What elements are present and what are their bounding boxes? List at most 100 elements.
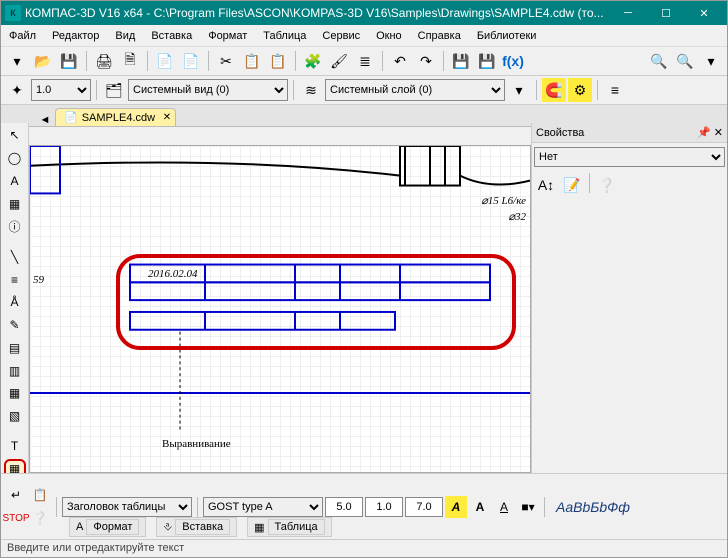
properties-panel: Свойства 📌 ✕ Нет A↕ 📝 ❔ bbox=[531, 123, 727, 473]
print-preview-icon[interactable]: 🗎 bbox=[118, 49, 142, 73]
doc-icon: 📄 bbox=[64, 111, 78, 124]
pb-copy-icon[interactable]: 📋 bbox=[29, 484, 51, 506]
toolbar-main: ▾ 📂 💾 🖨 🗎 📄 📄 ✂ 📋 📋 🧩 🖌 ≣ ↶ ↷ 💾 💾 f(x) 🔍… bbox=[1, 47, 727, 76]
line-step-input[interactable] bbox=[365, 497, 403, 517]
menu-file[interactable]: Файл bbox=[5, 28, 40, 44]
new-icon[interactable]: ▾ bbox=[5, 49, 29, 73]
rp-sort-icon[interactable]: A↕ bbox=[534, 173, 558, 197]
doc2-icon[interactable]: 📄 bbox=[179, 49, 203, 73]
color-icon[interactable]: ■▾ bbox=[517, 496, 539, 518]
menu-view[interactable]: Вид bbox=[111, 28, 139, 44]
width-input[interactable] bbox=[405, 497, 443, 517]
bold-icon[interactable]: A bbox=[469, 496, 491, 518]
rp-help-icon[interactable]: ❔ bbox=[595, 173, 619, 197]
pb-help-icon[interactable]: ❔ bbox=[29, 507, 51, 529]
maximize-button[interactable]: ☐ bbox=[647, 2, 685, 24]
layer-select[interactable]: Системный слой (0) bbox=[325, 79, 505, 101]
edit-icon[interactable]: ✎ bbox=[4, 315, 26, 336]
zoom-in-icon[interactable]: 🔍 bbox=[647, 49, 671, 73]
view-select[interactable]: Системный вид (0) bbox=[128, 79, 288, 101]
prop-icon[interactable]: 🧩 bbox=[301, 49, 325, 73]
panel-close-icon[interactable]: ✕ bbox=[714, 127, 723, 139]
zoom-fit-icon[interactable]: ▾ bbox=[699, 49, 723, 73]
cut-icon[interactable]: ✂ bbox=[214, 49, 238, 73]
status-text: Введите или отредактируйте текст bbox=[7, 542, 184, 554]
panel-pin-icon[interactable]: 📌 bbox=[697, 127, 711, 139]
brush-icon[interactable]: 🖌 bbox=[327, 49, 351, 73]
layer-down-icon[interactable]: ▾ bbox=[507, 78, 531, 102]
filter-select[interactable]: Нет bbox=[534, 147, 725, 167]
text-tool-icon[interactable]: T bbox=[4, 436, 26, 457]
tab-scroll-left-icon[interactable]: ◄ bbox=[35, 114, 55, 126]
pb-stop-icon[interactable]: STOP bbox=[5, 507, 27, 529]
dim-icon[interactable]: A bbox=[4, 171, 26, 192]
print-icon[interactable]: 🖨 bbox=[92, 49, 116, 73]
menu-help[interactable]: Справка bbox=[414, 28, 465, 44]
section-select[interactable]: Заголовок таблицы bbox=[62, 497, 192, 517]
canvas-area[interactable]: 59 2016.02.04 Выравнивание ⌀15 L6/ке ⌀32 bbox=[29, 145, 531, 473]
line-tool-icon[interactable]: ╲ bbox=[4, 246, 26, 267]
window-title: КОМПАС-3D V16 x64 - C:\Program Files\ASC… bbox=[25, 6, 609, 20]
geom-icon[interactable]: ◯ bbox=[4, 148, 26, 169]
panel-title: Свойства bbox=[536, 127, 584, 139]
save-icon[interactable]: 💾 bbox=[57, 49, 81, 73]
undo-icon[interactable]: ↶ bbox=[388, 49, 412, 73]
compass-icon[interactable]: Å bbox=[4, 292, 26, 313]
rp-edit-icon[interactable]: 📝 bbox=[560, 173, 584, 197]
tab-format[interactable]: A Формат bbox=[69, 517, 146, 537]
disk2-icon[interactable]: 💾 bbox=[475, 49, 499, 73]
underline-icon[interactable]: A bbox=[493, 496, 515, 518]
hatch-icon[interactable]: ▦ bbox=[4, 193, 26, 214]
sheet-icon[interactable]: ▤ bbox=[4, 337, 26, 358]
cursor-icon[interactable]: ↖ bbox=[4, 125, 26, 146]
menu-service[interactable]: Сервис bbox=[318, 28, 364, 44]
spec2-icon[interactable]: ▦ bbox=[4, 383, 26, 404]
panel-toolbar: A↕ 📝 ❔ bbox=[532, 171, 727, 199]
close-button[interactable]: ✕ bbox=[685, 2, 723, 24]
measure-icon[interactable]: ≡ bbox=[603, 78, 627, 102]
pb-apply-icon[interactable]: ↵ bbox=[5, 484, 27, 506]
italic-icon[interactable]: A bbox=[445, 496, 467, 518]
copy-icon[interactable]: 📋 bbox=[240, 49, 264, 73]
fx-icon[interactable]: f(x) bbox=[501, 49, 525, 73]
state-icon[interactable]: ✦ bbox=[5, 78, 29, 102]
tab-table[interactable]: ▦ Таблица bbox=[247, 517, 332, 537]
list-icon[interactable]: ≣ bbox=[353, 49, 377, 73]
property-tabs: A Формат ⎀ Вставка ▦ Таблица bbox=[69, 517, 332, 537]
para-tool-icon[interactable]: ≡ bbox=[4, 269, 26, 290]
menu-format[interactable]: Формат bbox=[204, 28, 251, 44]
layers-icon[interactable]: ≋ bbox=[299, 78, 323, 102]
open-icon[interactable]: 📂 bbox=[31, 49, 55, 73]
doc1-icon[interactable]: 📄 bbox=[153, 49, 177, 73]
zoom-out-icon[interactable]: 🔍 bbox=[673, 49, 697, 73]
toolbar-view: ✦ 1.0 🗂 Системный вид (0) ≋ Системный сл… bbox=[1, 76, 727, 105]
tab-close-icon[interactable]: ✕ bbox=[163, 112, 171, 123]
paste-icon[interactable]: 📋 bbox=[266, 49, 290, 73]
disk1-icon[interactable]: 💾 bbox=[449, 49, 473, 73]
menu-libs[interactable]: Библиотеки bbox=[473, 28, 541, 44]
menu-window[interactable]: Окно bbox=[372, 28, 406, 44]
spec3-icon[interactable]: ▧ bbox=[4, 406, 26, 427]
dim-left: 59 bbox=[33, 274, 44, 286]
menu-table[interactable]: Таблица bbox=[259, 28, 310, 44]
drawing-canvas[interactable]: 59 2016.02.04 Выравнивание ⌀15 L6/ке ⌀32 bbox=[29, 145, 531, 473]
snap-magnet-icon[interactable]: 🧲 bbox=[542, 78, 566, 102]
table-date: 2016.02.04 bbox=[148, 268, 198, 280]
info-icon[interactable]: ⓘ bbox=[4, 216, 26, 237]
app-name: КОМПАС-3D V16 x64 bbox=[25, 6, 143, 20]
panel-header: Свойства 📌 ✕ bbox=[532, 123, 727, 143]
spec1-icon[interactable]: ▥ bbox=[4, 360, 26, 381]
snap-options-icon[interactable]: ⚙ bbox=[568, 78, 592, 102]
font-size-input[interactable] bbox=[325, 497, 363, 517]
font-select[interactable]: GOST type A bbox=[203, 497, 323, 517]
tab-insert[interactable]: ⎀ Вставка bbox=[156, 517, 237, 537]
menu-editor[interactable]: Редактор bbox=[48, 28, 103, 44]
minimize-button[interactable]: ─ bbox=[609, 2, 647, 24]
doc-path: C:\Program Files\ASCON\KOMPAS-3D V16\Sam… bbox=[154, 6, 604, 20]
document-tab[interactable]: 📄 SAMPLE4.cdw ✕ bbox=[55, 108, 176, 126]
vertical-toolbar: ↖ ◯ A ▦ ⓘ ╲ ≡ Å ✎ ▤ ▥ ▦ ▧ T ▦ ⬣ ? bbox=[1, 123, 29, 525]
scale-select[interactable]: 1.0 bbox=[31, 79, 91, 101]
redo-icon[interactable]: ↷ bbox=[414, 49, 438, 73]
menu-insert[interactable]: Вставка bbox=[147, 28, 196, 44]
views-icon[interactable]: 🗂 bbox=[102, 78, 126, 102]
